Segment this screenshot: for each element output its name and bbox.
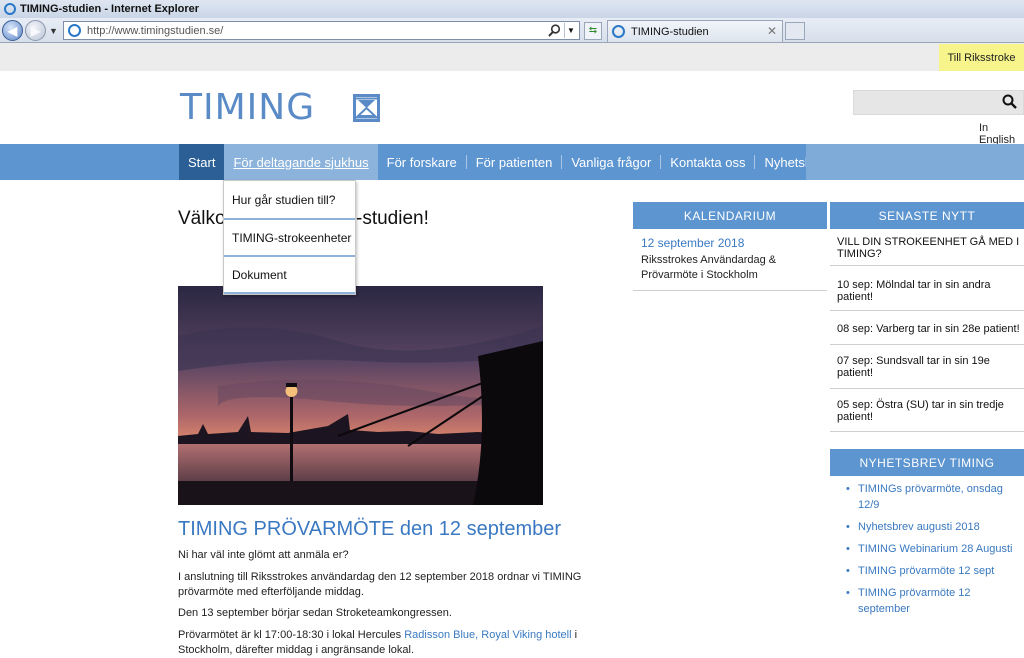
welcome-heading-left: Välko (178, 208, 226, 229)
list-item[interactable]: • TIMINGs prövarmöte, onsdag 12/9 (846, 481, 1024, 513)
divider (830, 265, 1024, 266)
url-text: http://www.timingstudien.se/ (87, 24, 224, 37)
paragraph-2: I anslutning till Riksstrokes användarda… (178, 571, 582, 598)
nav-dropdown-menu: Hur går studien till? TIMING-strokeenhet… (223, 180, 356, 295)
newsletter-list: • TIMINGs prövarmöte, onsdag 12/9 • Nyhets… (846, 481, 1024, 623)
newsletter-link[interactable]: TIMINGs prövarmöte, onsdag 12/9 (858, 481, 1024, 513)
page-icon (68, 24, 81, 37)
radisson-link[interactable]: Radisson Blue, Royal Viking hotell (404, 629, 571, 641)
divider (830, 431, 1024, 432)
forward-button[interactable]: ▶ (25, 20, 46, 41)
divider (633, 290, 827, 291)
news-item[interactable]: 08 sep: Varberg tar in sin 28e patient! (837, 323, 1024, 335)
news-item[interactable]: 05 sep: Östra (SU) tar in sin tredje pat… (837, 399, 1024, 423)
paragraph-4: Prövarmötet är kl 17:00-18:30 i lokal He… (178, 628, 618, 658)
browser-tab[interactable]: TIMING-studien ✕ (607, 20, 783, 42)
list-item[interactable]: • TIMING Webinarium 28 Augusti (846, 541, 1024, 557)
list-item[interactable]: • TIMING prövarmöte 12 september (846, 585, 1024, 617)
riksstroke-link[interactable]: Till Riksstroke (939, 44, 1024, 71)
newsletter-link[interactable]: Nyhetsbrev augusti 2018 (858, 519, 980, 535)
bullet-icon: • (846, 521, 850, 533)
dropdown-item-hur-gar-studien[interactable]: Hur går studien till? (224, 181, 355, 220)
window-titlebar: TIMING-studien - Internet Explorer (0, 0, 1024, 18)
news-item[interactable]: 10 sep: Mölndal tar in sin andra patient… (837, 279, 1024, 303)
newsletter-link[interactable]: TIMING Webinarium 28 Augusti (858, 541, 1012, 557)
list-item[interactable]: • Nyhetsbrev augusti 2018 (846, 519, 1024, 535)
news-item[interactable]: 07 sep: Sundsvall tar in sin 19e patient… (837, 355, 1024, 379)
bullet-icon: • (846, 587, 850, 599)
top-band (0, 43, 1024, 71)
nav-item-deltagande-sjukhus[interactable]: För deltagande sjukhus (224, 144, 378, 180)
list-item[interactable]: • TIMING prövarmöte 12 sept (846, 563, 1024, 579)
paragraph-1: Ni har väl inte glömt att anmäla er? (178, 549, 349, 561)
history-dropdown-icon[interactable]: ▼ (49, 26, 58, 36)
new-tab-button[interactable] (785, 22, 805, 40)
nyhetsbrev-heading: NYHETSBREV TIMING (830, 449, 1024, 476)
bullet-icon: • (846, 483, 850, 495)
compat-refresh-icon[interactable]: ⇆ (584, 22, 602, 40)
site-search-input[interactable] (853, 90, 1024, 115)
nav-item-forskare[interactable]: För forskare (378, 144, 466, 180)
dropdown-item-strokeenheter[interactable]: TIMING-strokeenheter (224, 220, 355, 257)
nav-filler (806, 144, 1024, 180)
back-button[interactable]: ◀ (2, 20, 23, 41)
newsletter-link[interactable]: TIMING prövarmöte 12 sept (858, 563, 994, 579)
window-title: TIMING-studien - Internet Explorer (20, 3, 200, 15)
welcome-heading-right: -studien! (356, 208, 429, 229)
kalendarium-heading: KALENDARIUM (633, 202, 827, 229)
calendar-event-text: Riksstrokes Användardag & Prövarmöte i S… (641, 254, 777, 281)
calendar-date-link[interactable]: 12 september 2018 (641, 236, 744, 250)
stockholm-sunset-photo (178, 286, 543, 505)
newsletter-link[interactable]: TIMING prövarmöte 12 september (858, 585, 1024, 617)
tab-label: TIMING-studien (631, 25, 709, 38)
url-dropdown-icon[interactable]: ▼ (564, 23, 577, 38)
hourglass-logo-icon[interactable] (353, 94, 380, 122)
bullet-icon: • (846, 565, 850, 577)
bullet-icon: • (846, 543, 850, 555)
site-search-icon[interactable] (1002, 94, 1017, 114)
article-title[interactable]: TIMING PRÖVARMÖTE den 12 september (178, 518, 561, 541)
search-icon[interactable] (548, 24, 561, 40)
nav-item-vanliga-fragor[interactable]: Vanliga frågor (562, 144, 660, 180)
url-input[interactable]: http://www.timingstudien.se/ ▼ (63, 21, 580, 40)
senaste-nytt-heading: SENASTE NYTT (830, 202, 1024, 229)
close-tab-icon[interactable]: ✕ (767, 24, 777, 38)
paragraph-4-text: Prövarmötet är kl 17:00-18:30 i lokal He… (178, 629, 405, 641)
nav-item-kontakta[interactable]: Kontakta oss (661, 144, 754, 180)
main-nav: Start För deltagande sjukhus För forskar… (0, 144, 1024, 180)
tab-page-icon (612, 25, 625, 38)
divider (830, 310, 1024, 311)
paragraph-3: Den 13 september börjar sedan Stroketeam… (178, 607, 452, 619)
news-item[interactable]: VILL DIN STROKEENHET GÅ MED I TIMING? (837, 236, 1024, 260)
dropdown-item-dokument[interactable]: Dokument (224, 257, 355, 294)
site-logo[interactable]: TIMING (180, 90, 315, 126)
english-link[interactable]: In English (979, 122, 1024, 146)
nav-item-patienten[interactable]: För patienten (467, 144, 562, 180)
divider (830, 344, 1024, 345)
address-bar-area: ◀ ▶ ▼ http://www.timingstudien.se/ ▼ ⇆ T… (0, 18, 1024, 43)
internet-explorer-icon (4, 3, 16, 15)
divider (830, 388, 1024, 389)
nav-item-start[interactable]: Start (179, 144, 225, 180)
